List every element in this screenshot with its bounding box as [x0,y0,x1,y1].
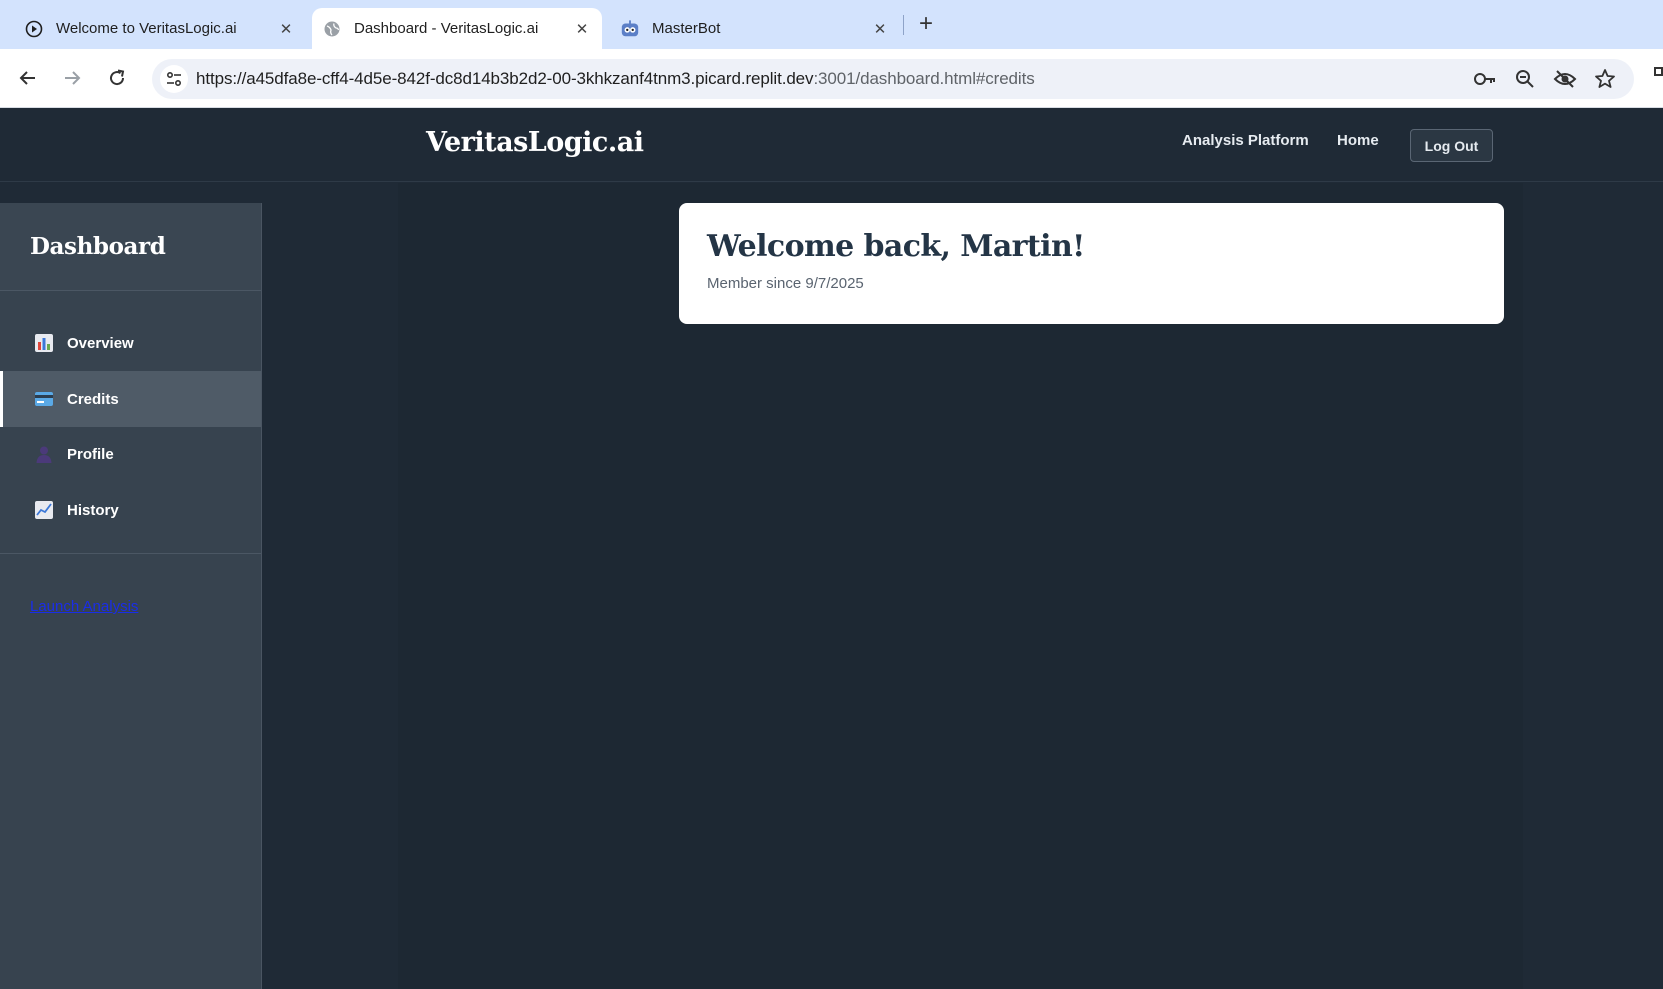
site-settings-icon[interactable] [160,65,188,93]
user-icon [34,444,54,464]
extensions-icon[interactable] [1652,65,1663,91]
arrow-right-icon [65,71,81,85]
close-icon[interactable]: ✕ [870,20,890,38]
tab-title: Welcome to VeritasLogic.ai [56,20,237,37]
new-tab-button[interactable]: + [914,12,938,38]
eye-off-icon[interactable] [1552,67,1578,91]
tab-welcome[interactable]: Welcome to VeritasLogic.ai ✕ [14,8,304,49]
sidebar-item-profile[interactable]: Profile [0,426,261,482]
robot-icon [620,19,640,39]
welcome-title: Welcome back, Martin! [707,229,1085,264]
url-text[interactable]: https://a45dfa8e-cff4-4d5e-842f-dc8d14b3… [196,69,1035,89]
tab-dashboard[interactable]: Dashboard - VeritasLogic.ai ✕ [312,8,602,49]
sidebar-item-label: Overview [67,334,134,352]
url-host: https://a45dfa8e-cff4-4d5e-842f-dc8d14b3… [196,69,814,88]
arrow-left-icon [19,71,35,85]
reload-icon [110,69,125,86]
bookmark-star-icon[interactable] [1592,67,1618,91]
bar-chart-icon [34,333,54,353]
site-header: VeritasLogic.ai Analysis Platform Home L… [0,109,1663,182]
brand-logo[interactable]: VeritasLogic.ai [426,127,644,158]
play-circle-icon [24,19,44,39]
close-icon[interactable]: ✕ [276,20,296,38]
sidebar-divider [0,553,261,554]
close-icon[interactable]: ✕ [572,20,592,38]
nav-analysis-platform[interactable]: Analysis Platform [1182,132,1309,149]
globe-icon [322,19,342,39]
forward-button[interactable] [57,63,87,93]
logout-button[interactable]: Log Out [1410,129,1493,162]
sidebar-item-label: History [67,501,119,519]
browser-toolbar: https://a45dfa8e-cff4-4d5e-842f-dc8d14b3… [0,49,1663,108]
sidebar-item-history[interactable]: History [0,482,261,538]
welcome-card: Welcome back, Martin! Member since 9/7/2… [679,203,1504,324]
tab-separator [903,15,904,35]
key-icon[interactable] [1472,67,1498,91]
sidebar-title: Dashboard [30,233,166,260]
member-since: Member since 9/7/2025 [707,275,864,292]
sidebar-item-label: Profile [67,445,114,463]
sidebar: Dashboard Overview Credits Profile Histo [0,203,262,989]
browser-tab-strip: Welcome to VeritasLogic.ai ✕ Dashboard -… [0,0,1663,49]
back-button[interactable] [13,63,43,93]
sidebar-item-overview[interactable]: Overview [0,315,261,371]
sidebar-header: Dashboard [0,203,261,291]
sidebar-item-label: Credits [67,390,119,408]
page: VeritasLogic.ai Analysis Platform Home L… [0,109,1663,989]
tab-title: MasterBot [652,20,721,37]
zoom-icon[interactable] [1512,67,1538,91]
reload-button[interactable] [102,63,132,93]
address-bar[interactable]: https://a45dfa8e-cff4-4d5e-842f-dc8d14b3… [152,59,1634,99]
url-path: :3001/dashboard.html#credits [813,69,1035,88]
credit-card-icon [34,389,54,409]
tab-title: Dashboard - VeritasLogic.ai [354,20,539,37]
tab-masterbot[interactable]: MasterBot ✕ [610,8,900,49]
launch-analysis-link[interactable]: Launch Analysis [30,598,138,615]
nav-home[interactable]: Home [1337,132,1379,149]
sidebar-item-credits[interactable]: Credits [0,371,261,427]
line-chart-icon [34,500,54,520]
